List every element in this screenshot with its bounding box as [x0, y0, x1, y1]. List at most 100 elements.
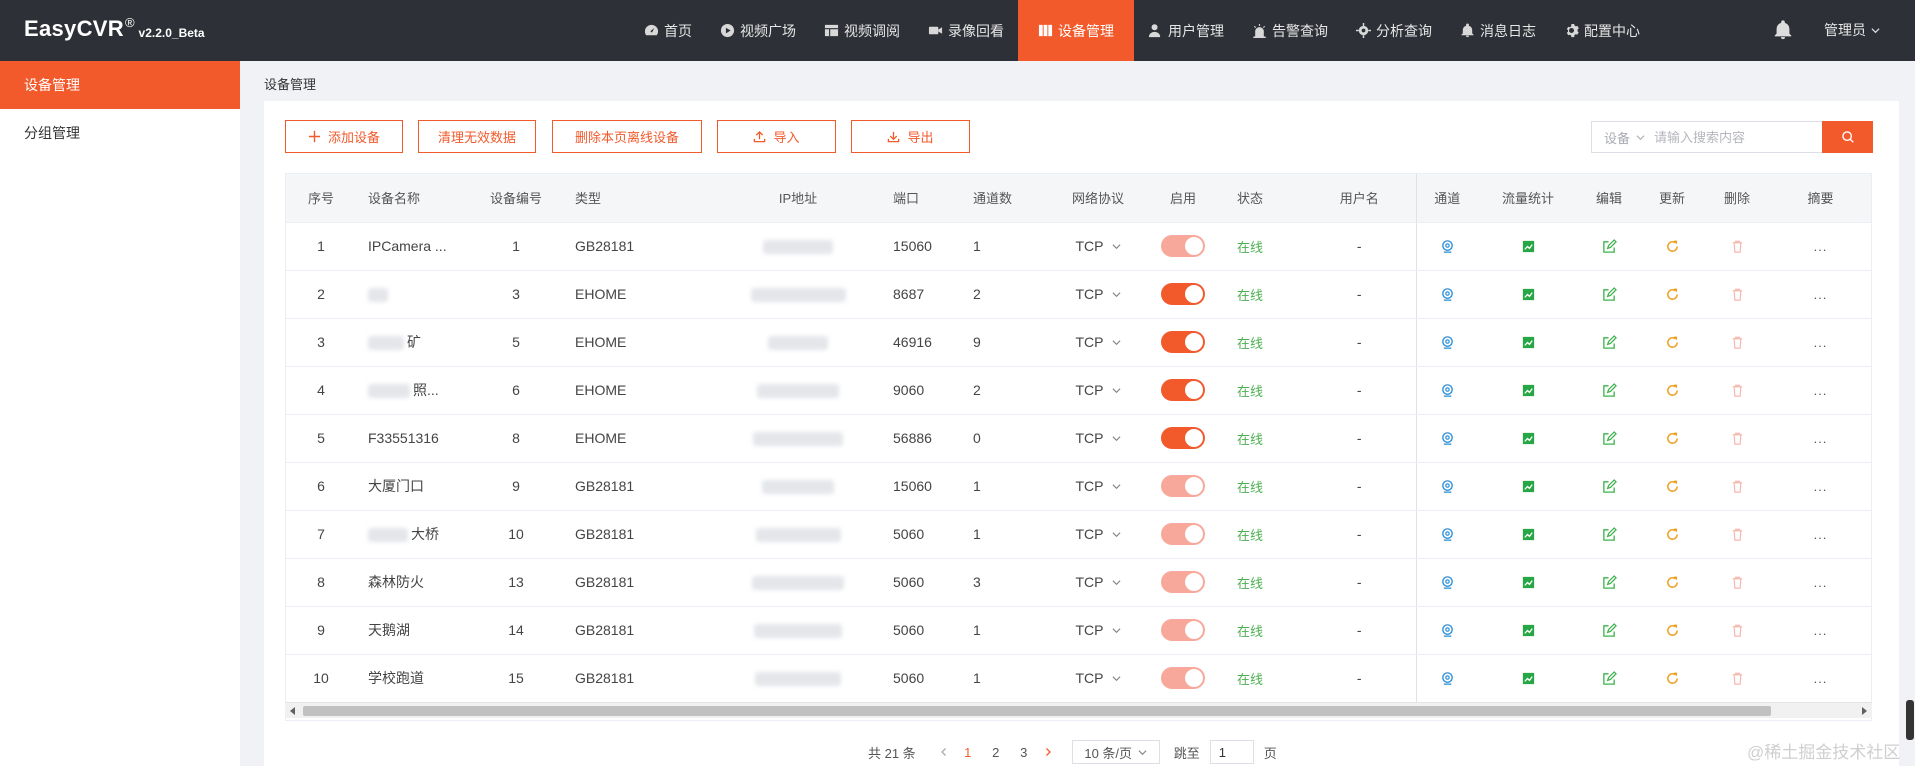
- traffic-chart-icon[interactable]: [1521, 527, 1536, 542]
- trash-icon[interactable]: [1730, 671, 1745, 686]
- protocol-select[interactable]: TCP: [1076, 526, 1121, 542]
- channel-camera-icon[interactable]: [1440, 623, 1455, 638]
- summary-more-button[interactable]: ...: [1814, 431, 1828, 446]
- traffic-chart-icon[interactable]: [1521, 671, 1536, 686]
- sidebar-item-device-management[interactable]: 设备管理: [0, 61, 240, 109]
- page-3[interactable]: 3: [1010, 745, 1038, 760]
- scrollbar-thumb[interactable]: [303, 706, 1771, 716]
- refresh-icon[interactable]: [1665, 383, 1680, 398]
- enable-toggle[interactable]: [1161, 475, 1205, 497]
- traffic-chart-icon[interactable]: [1521, 623, 1536, 638]
- protocol-select[interactable]: TCP: [1076, 334, 1121, 350]
- enable-toggle[interactable]: [1161, 379, 1205, 401]
- channel-camera-icon[interactable]: [1440, 527, 1455, 542]
- summary-more-button[interactable]: ...: [1814, 671, 1828, 686]
- next-page-button[interactable]: [1038, 747, 1058, 757]
- summary-more-button[interactable]: ...: [1814, 287, 1828, 302]
- edit-icon[interactable]: [1602, 287, 1617, 302]
- traffic-chart-icon[interactable]: [1521, 431, 1536, 446]
- protocol-select[interactable]: TCP: [1076, 430, 1121, 446]
- channel-camera-icon[interactable]: [1440, 383, 1455, 398]
- trash-icon[interactable]: [1730, 239, 1745, 254]
- nav-item-1[interactable]: 视频广场: [706, 0, 810, 61]
- refresh-icon[interactable]: [1665, 239, 1680, 254]
- nav-item-0[interactable]: 首页: [630, 0, 706, 61]
- summary-more-button[interactable]: ...: [1814, 383, 1828, 398]
- edit-icon[interactable]: [1602, 671, 1617, 686]
- nav-item-5[interactable]: 用户管理: [1134, 0, 1238, 61]
- scroll-left-arrow[interactable]: [290, 707, 295, 715]
- enable-toggle[interactable]: [1161, 235, 1205, 257]
- edit-icon[interactable]: [1602, 239, 1617, 254]
- edit-icon[interactable]: [1602, 575, 1617, 590]
- vertical-scrollbar[interactable]: [1906, 700, 1914, 740]
- goto-page-input[interactable]: [1209, 740, 1254, 764]
- edit-icon[interactable]: [1602, 383, 1617, 398]
- nav-item-3[interactable]: 录像回看: [914, 0, 1018, 61]
- nav-item-7[interactable]: 分析查询: [1342, 0, 1446, 61]
- trash-icon[interactable]: [1730, 287, 1745, 302]
- enable-toggle[interactable]: [1161, 619, 1205, 641]
- summary-more-button[interactable]: ...: [1814, 239, 1828, 254]
- traffic-chart-icon[interactable]: [1521, 575, 1536, 590]
- refresh-icon[interactable]: [1665, 527, 1680, 542]
- refresh-icon[interactable]: [1665, 287, 1680, 302]
- channel-camera-icon[interactable]: [1440, 671, 1455, 686]
- edit-icon[interactable]: [1602, 527, 1617, 542]
- prev-page-button[interactable]: [934, 747, 954, 757]
- enable-toggle[interactable]: [1161, 427, 1205, 449]
- enable-toggle[interactable]: [1161, 571, 1205, 593]
- nav-item-4[interactable]: 设备管理: [1018, 0, 1134, 61]
- page-2[interactable]: 2: [982, 745, 1010, 760]
- enable-toggle[interactable]: [1161, 523, 1205, 545]
- traffic-chart-icon[interactable]: [1521, 479, 1536, 494]
- enable-toggle[interactable]: [1161, 283, 1205, 305]
- trash-icon[interactable]: [1730, 479, 1745, 494]
- enable-toggle[interactable]: [1161, 667, 1205, 689]
- summary-more-button[interactable]: ...: [1814, 335, 1828, 350]
- refresh-icon[interactable]: [1665, 335, 1680, 350]
- traffic-chart-icon[interactable]: [1521, 383, 1536, 398]
- protocol-select[interactable]: TCP: [1076, 622, 1121, 638]
- refresh-icon[interactable]: [1665, 575, 1680, 590]
- summary-more-button[interactable]: ...: [1814, 575, 1828, 590]
- summary-more-button[interactable]: ...: [1814, 623, 1828, 638]
- trash-icon[interactable]: [1730, 575, 1745, 590]
- edit-icon[interactable]: [1602, 431, 1617, 446]
- refresh-icon[interactable]: [1665, 431, 1680, 446]
- summary-more-button[interactable]: ...: [1814, 479, 1828, 494]
- protocol-select[interactable]: TCP: [1076, 670, 1121, 686]
- page-size-select[interactable]: 10 条/页: [1071, 740, 1160, 764]
- refresh-icon[interactable]: [1665, 479, 1680, 494]
- channel-camera-icon[interactable]: [1440, 239, 1455, 254]
- channel-camera-icon[interactable]: [1440, 335, 1455, 350]
- delete-offline-devices-button[interactable]: 删除本页离线设备: [552, 120, 702, 153]
- protocol-select[interactable]: TCP: [1076, 574, 1121, 590]
- enable-toggle[interactable]: [1161, 331, 1205, 353]
- channel-camera-icon[interactable]: [1440, 287, 1455, 302]
- protocol-select[interactable]: TCP: [1076, 478, 1121, 494]
- add-device-button[interactable]: 添加设备: [285, 120, 403, 153]
- protocol-select[interactable]: TCP: [1076, 286, 1121, 302]
- trash-icon[interactable]: [1730, 527, 1745, 542]
- edit-icon[interactable]: [1602, 335, 1617, 350]
- search-button[interactable]: [1822, 121, 1873, 153]
- nav-item-9[interactable]: 配置中心: [1550, 0, 1654, 61]
- summary-more-button[interactable]: ...: [1814, 527, 1828, 542]
- protocol-select[interactable]: TCP: [1076, 382, 1121, 398]
- edit-icon[interactable]: [1602, 623, 1617, 638]
- protocol-select[interactable]: TCP: [1076, 238, 1121, 254]
- nav-item-2[interactable]: 视频调阅: [810, 0, 914, 61]
- trash-icon[interactable]: [1730, 431, 1745, 446]
- trash-icon[interactable]: [1730, 335, 1745, 350]
- traffic-chart-icon[interactable]: [1521, 287, 1536, 302]
- channel-camera-icon[interactable]: [1440, 575, 1455, 590]
- channel-camera-icon[interactable]: [1440, 431, 1455, 446]
- sidebar-item-group-management[interactable]: 分组管理: [0, 109, 240, 157]
- search-input[interactable]: [1654, 122, 1809, 152]
- import-button[interactable]: 导入: [717, 120, 836, 153]
- edit-icon[interactable]: [1602, 479, 1617, 494]
- scroll-right-arrow[interactable]: [1862, 707, 1867, 715]
- channel-camera-icon[interactable]: [1440, 479, 1455, 494]
- nav-item-8[interactable]: 消息日志: [1446, 0, 1550, 61]
